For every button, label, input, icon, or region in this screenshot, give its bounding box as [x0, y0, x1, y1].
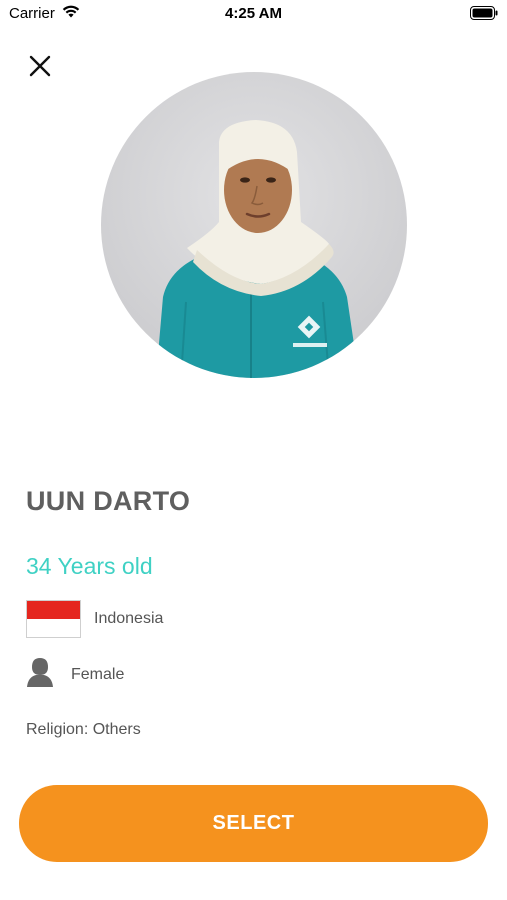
close-icon — [29, 55, 51, 77]
profile-name: UUN DARTO — [26, 486, 191, 516]
profile-country: Indonesia — [94, 610, 164, 627]
status-bar: Carrier 4:25 AM — [0, 0, 507, 28]
close-button[interactable] — [24, 50, 56, 82]
profile-age: 34 Years old — [26, 553, 153, 579]
select-button[interactable]: SELECT — [19, 785, 488, 862]
battery-icon — [470, 6, 498, 24]
profile-gender: Female — [71, 666, 125, 683]
profile-religion: Religion: Others — [26, 721, 141, 738]
person-icon — [26, 656, 54, 693]
status-time: 4:25 AM — [225, 5, 282, 22]
profile-photo — [101, 72, 407, 378]
indonesia-flag-icon — [26, 600, 81, 638]
